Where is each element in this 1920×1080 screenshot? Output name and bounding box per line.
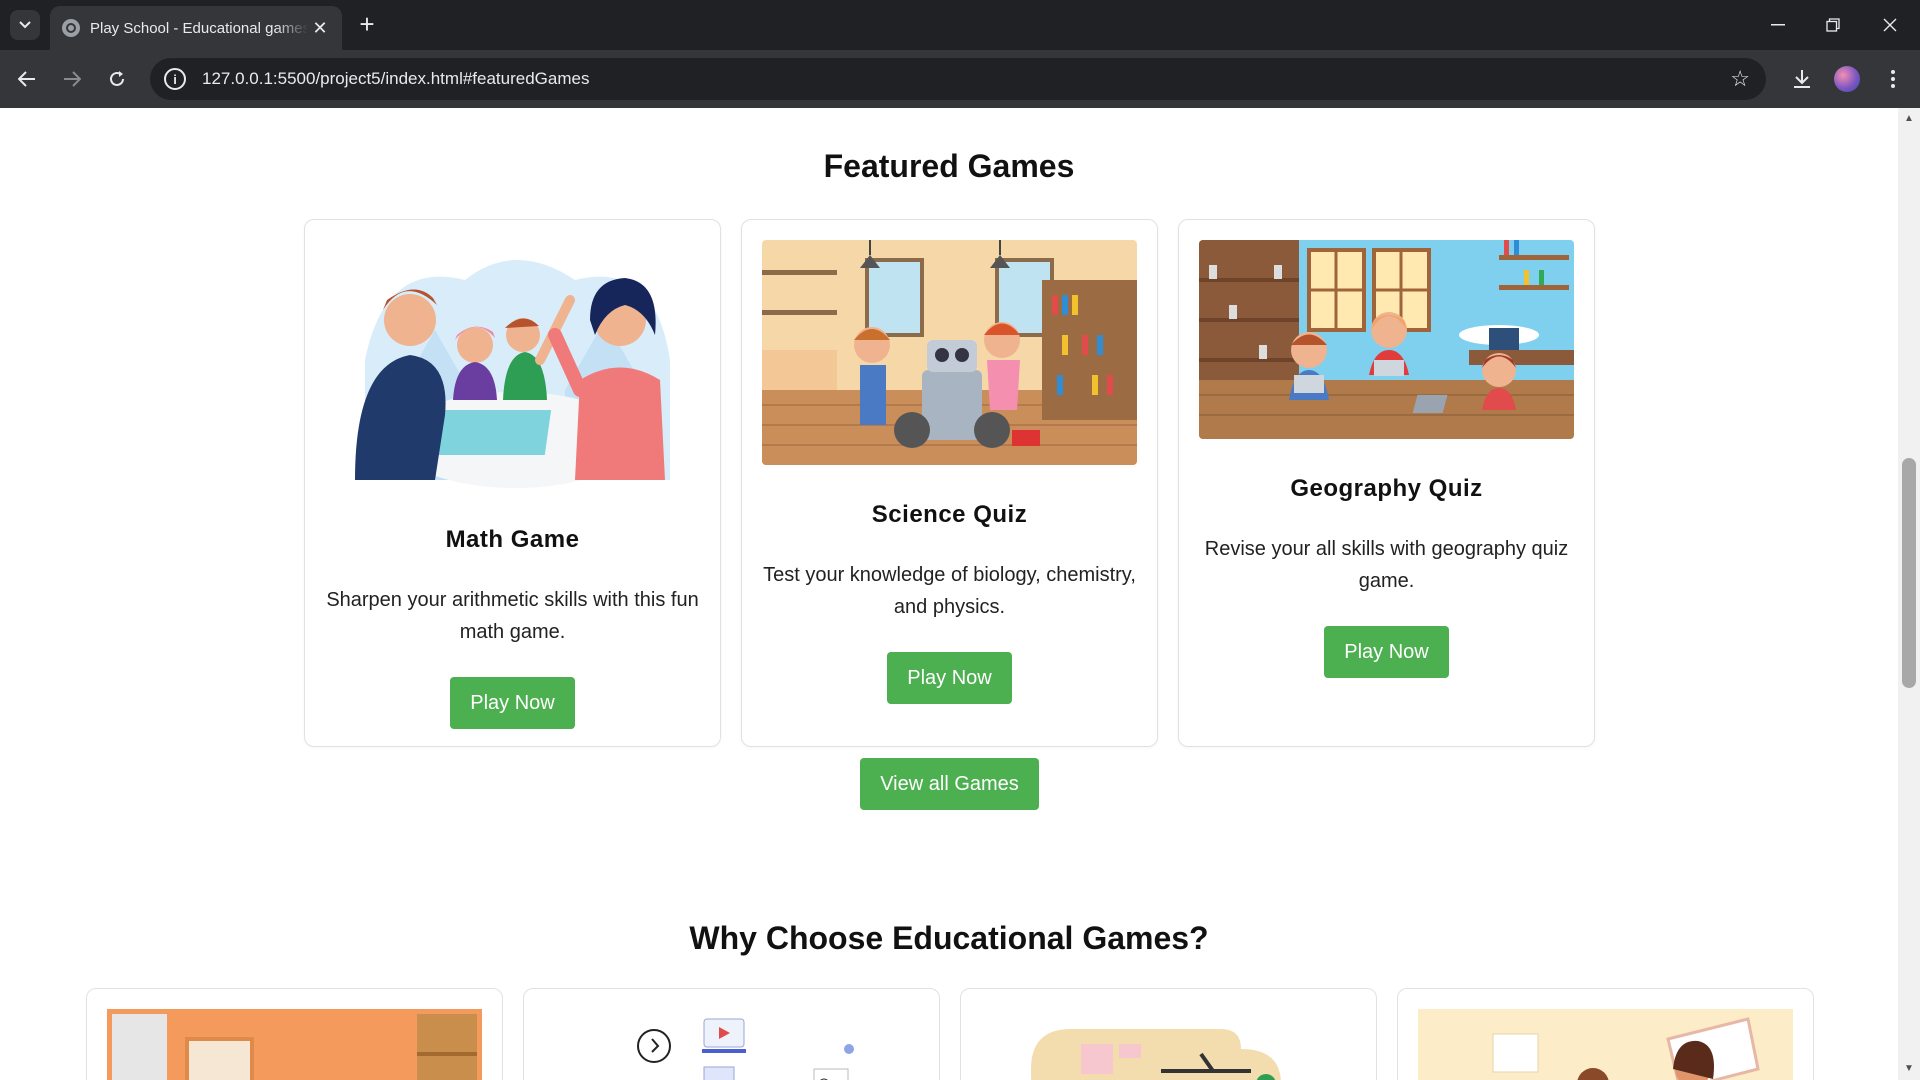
address-bar[interactable]: i 127.0.0.1:5500/project5/index.html#fea… [150, 58, 1766, 100]
browser-toolbar: i 127.0.0.1:5500/project5/index.html#fea… [0, 50, 1920, 108]
play-now-button[interactable]: Play Now [450, 677, 575, 729]
scrollbar-thumb[interactable] [1902, 458, 1916, 688]
page-viewport: Featured Games Math Game Sharpen your ar… [0, 108, 1898, 1080]
info-icon[interactable]: i [164, 68, 186, 90]
game-card-science: Science Quiz Test your knowledge of biol… [741, 219, 1158, 747]
benefit-image [981, 1009, 1356, 1080]
star-icon[interactable]: ☆ [1730, 66, 1750, 92]
game-card-geography: Geography Quiz Revise your all skills wi… [1178, 219, 1595, 747]
browser-tab[interactable]: Play School - Educational games ✕ [50, 6, 342, 50]
url-text[interactable]: 127.0.0.1:5500/project5/index.html#featu… [202, 69, 1730, 89]
close-window-icon[interactable] [1870, 8, 1910, 42]
play-now-button[interactable]: Play Now [1324, 626, 1449, 678]
benefit-image [544, 1009, 919, 1080]
card-description: Sharpen your arithmetic skills with this… [326, 589, 699, 643]
benefit-image [1418, 1009, 1793, 1080]
tab-search-icon[interactable] [10, 10, 40, 40]
science-quiz-image [762, 240, 1137, 465]
benefit-card [1397, 988, 1814, 1080]
restore-icon[interactable] [1813, 8, 1853, 42]
benefit-card [960, 988, 1377, 1080]
scroll-down-icon[interactable]: ▼ [1898, 1060, 1920, 1078]
tab-title: Play School - Educational games [90, 19, 308, 37]
download-icon[interactable] [1787, 64, 1817, 94]
benefit-card [523, 988, 940, 1080]
plus-icon[interactable]: + [352, 10, 382, 40]
benefit-card [86, 988, 503, 1080]
scroll-up-icon[interactable]: ▲ [1898, 110, 1920, 128]
card-title: Math Game [445, 526, 580, 553]
page-scrollbar[interactable]: ▲ ▼ [1898, 108, 1920, 1080]
game-card-math: Math Game Sharpen your arithmetic skills… [304, 219, 721, 747]
why-choose-title: Why Choose Educational Games? [689, 920, 1209, 956]
play-now-button[interactable]: Play Now [887, 652, 1012, 704]
reload-icon[interactable] [102, 64, 132, 94]
close-icon[interactable]: ✕ [308, 18, 332, 39]
card-description: Test your knowledge of biology, chemistr… [763, 564, 1136, 618]
menu-icon[interactable] [1878, 64, 1908, 94]
card-title: Science Quiz [871, 501, 1028, 528]
minimize-icon[interactable] [1758, 8, 1798, 42]
view-all-games-button[interactable]: View all Games [860, 758, 1039, 810]
card-title: Geography Quiz [1290, 475, 1483, 502]
avatar[interactable] [1834, 66, 1860, 92]
math-game-image [325, 240, 700, 490]
browser-tab-strip: Play School - Educational games ✕ + [0, 0, 1920, 50]
geography-quiz-image [1199, 240, 1574, 439]
card-description: Revise your all skills with geography qu… [1204, 538, 1569, 592]
forward-icon[interactable] [57, 64, 87, 94]
featured-games-title: Featured Games [823, 148, 1075, 184]
globe-icon [62, 19, 80, 37]
benefit-image [107, 1009, 482, 1080]
back-icon[interactable] [12, 64, 42, 94]
